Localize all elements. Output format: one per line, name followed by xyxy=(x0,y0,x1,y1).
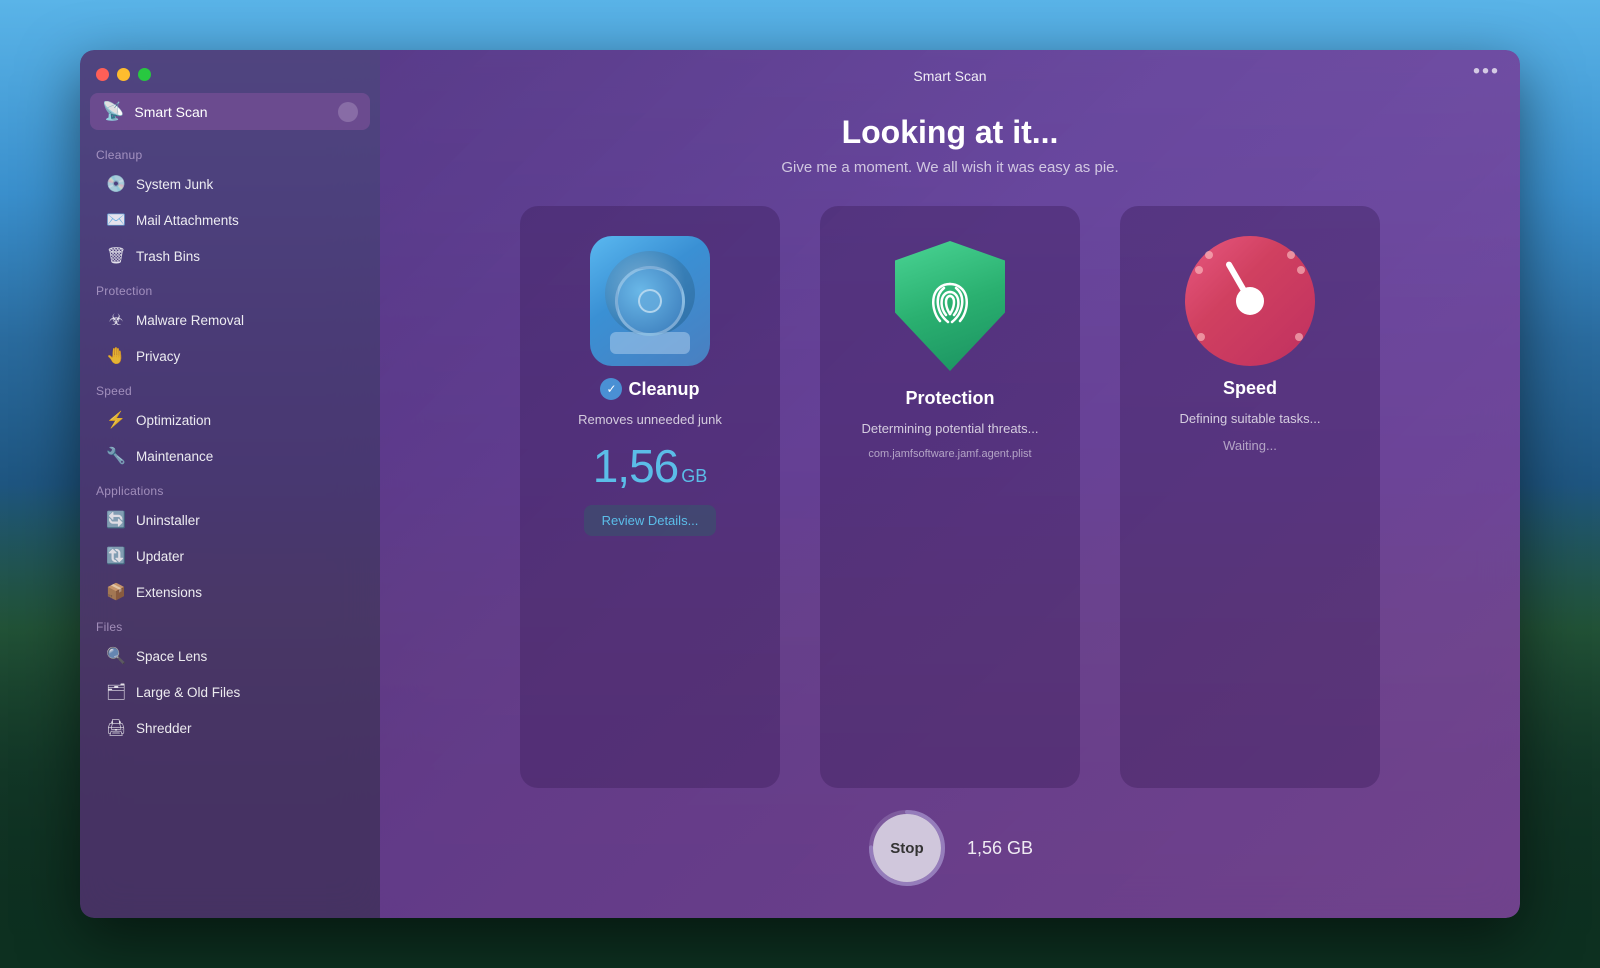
sidebar-item-malware-removal[interactable]: ☣ Malware Removal xyxy=(90,303,370,337)
trash-bins-icon: 🗑 xyxy=(106,246,126,266)
system-junk-label: System Junk xyxy=(136,177,213,192)
large-old-files-icon: 🗂 xyxy=(106,682,126,702)
sidebar-item-large-old-files[interactable]: 🗂 Large & Old Files xyxy=(90,675,370,709)
cleanup-title: Cleanup xyxy=(628,379,699,400)
sidebar-item-extensions[interactable]: 📦 Extensions xyxy=(90,575,370,609)
extensions-icon: 📦 xyxy=(106,582,126,602)
sidebar-item-smart-scan[interactable]: 📡 Smart Scan xyxy=(90,93,370,130)
protection-card: Protection Determining potential threats… xyxy=(820,206,1080,788)
malware-removal-icon: ☣ xyxy=(106,310,126,330)
protection-subtitle: Determining potential threats... xyxy=(861,421,1038,436)
cleanup-title-row: ✓ Cleanup xyxy=(600,378,699,400)
section-cleanup: Cleanup xyxy=(80,138,380,166)
speed-subtitle: Defining suitable tasks... xyxy=(1180,411,1321,426)
protection-title: Protection xyxy=(905,388,994,409)
shield-shape xyxy=(895,241,1005,371)
smart-scan-icon: 📡 xyxy=(102,101,124,122)
optimization-icon: ⚡ xyxy=(106,410,126,430)
protection-icon xyxy=(890,236,1010,376)
cleanup-card: ✓ Cleanup Removes unneeded junk 1,56 GB … xyxy=(520,206,780,788)
maximize-button[interactable] xyxy=(138,68,151,81)
shredder-label: Shredder xyxy=(136,721,192,736)
sidebar-item-privacy[interactable]: 🤚 Privacy xyxy=(90,339,370,373)
maintenance-label: Maintenance xyxy=(136,449,213,464)
optimization-label: Optimization xyxy=(136,413,211,428)
speed-card: Speed Defining suitable tasks... Waiting… xyxy=(1120,206,1380,788)
fingerprint-svg xyxy=(920,274,980,339)
cleanup-size-unit: GB xyxy=(681,466,707,487)
sidebar-item-optimization[interactable]: ⚡ Optimization xyxy=(90,403,370,437)
sidebar-item-shredder[interactable]: 🖨 Shredder xyxy=(90,711,370,745)
cleanup-size-display: 1,56 GB xyxy=(593,439,708,493)
section-applications: Applications xyxy=(80,474,380,502)
protection-file: com.jamfsoftware.jamf.agent.plist xyxy=(868,448,1031,460)
updater-icon: 🔃 xyxy=(106,546,126,566)
cards-row: ✓ Cleanup Removes unneeded junk 1,56 GB … xyxy=(380,206,1520,788)
cleanup-subtitle: Removes unneeded junk xyxy=(578,412,722,427)
speed-title-row: Speed xyxy=(1223,378,1277,399)
cleanup-check-icon: ✓ xyxy=(600,378,622,400)
protection-title-row: Protection xyxy=(905,388,994,409)
trash-bins-label: Trash Bins xyxy=(136,249,200,264)
titlebar: Smart Scan ••• xyxy=(380,50,1520,94)
cleanup-icon xyxy=(590,236,710,366)
close-button[interactable] xyxy=(96,68,109,81)
minimize-button[interactable] xyxy=(117,68,130,81)
mail-attachments-icon: ✉️ xyxy=(106,210,126,230)
sidebar-item-space-lens[interactable]: 🔍 Space Lens xyxy=(90,639,370,673)
updater-label: Updater xyxy=(136,549,184,564)
gauge-center xyxy=(1236,287,1264,315)
window-title: Smart Scan xyxy=(913,68,986,84)
sidebar-item-mail-attachments[interactable]: ✉️ Mail Attachments xyxy=(90,203,370,237)
sidebar: 📡 Smart Scan Cleanup 💿 System Junk ✉️ Ma… xyxy=(80,50,380,918)
bottom-bar: Stop 1,56 GB xyxy=(380,788,1520,918)
uninstaller-label: Uninstaller xyxy=(136,513,200,528)
gauge-dot-3 xyxy=(1195,266,1203,274)
speed-title: Speed xyxy=(1223,378,1277,399)
extensions-label: Extensions xyxy=(136,585,202,600)
section-files: Files xyxy=(80,610,380,638)
gauge-dot-6 xyxy=(1295,333,1303,341)
main-content: Smart Scan ••• Looking at it... Give me … xyxy=(380,50,1520,918)
gauge-dot-1 xyxy=(1205,251,1213,259)
section-speed: Speed xyxy=(80,374,380,402)
content-header: Looking at it... Give me a moment. We al… xyxy=(380,94,1520,206)
main-heading: Looking at it... xyxy=(380,114,1520,151)
section-protection: Protection xyxy=(80,274,380,302)
gauge-dot-5 xyxy=(1197,333,1205,341)
stop-button[interactable]: Stop xyxy=(873,814,941,882)
main-subheading: Give me a moment. We all wish it was eas… xyxy=(380,159,1520,176)
privacy-icon: 🤚 xyxy=(106,346,126,366)
malware-removal-label: Malware Removal xyxy=(136,313,244,328)
sidebar-item-maintenance[interactable]: 🔧 Maintenance xyxy=(90,439,370,473)
smart-scan-badge xyxy=(338,102,358,122)
privacy-label: Privacy xyxy=(136,349,180,364)
main-window: 📡 Smart Scan Cleanup 💿 System Junk ✉️ Ma… xyxy=(80,50,1520,918)
speed-icon xyxy=(1185,236,1315,366)
sidebar-item-uninstaller[interactable]: 🔄 Uninstaller xyxy=(90,503,370,537)
space-lens-icon: 🔍 xyxy=(106,646,126,666)
stop-button-wrapper: Stop xyxy=(867,808,947,888)
review-details-button[interactable]: Review Details... xyxy=(584,505,717,536)
mail-attachments-label: Mail Attachments xyxy=(136,213,239,228)
gauge-dot-2 xyxy=(1287,251,1295,259)
sidebar-item-updater[interactable]: 🔃 Updater xyxy=(90,539,370,573)
maintenance-icon: 🔧 xyxy=(106,446,126,466)
cleanup-size-number: 1,56 xyxy=(593,439,679,493)
space-lens-label: Space Lens xyxy=(136,649,207,664)
bottom-size-label: 1,56 GB xyxy=(967,838,1033,859)
speed-waiting: Waiting... xyxy=(1223,438,1277,453)
uninstaller-icon: 🔄 xyxy=(106,510,126,530)
smart-scan-label: Smart Scan xyxy=(134,104,328,120)
sidebar-item-trash-bins[interactable]: 🗑 Trash Bins xyxy=(90,239,370,273)
shredder-icon: 🖨 xyxy=(106,718,126,738)
system-junk-icon: 💿 xyxy=(106,174,126,194)
more-options-button[interactable]: ••• xyxy=(1473,61,1500,84)
window-controls xyxy=(80,50,380,93)
sidebar-item-system-junk[interactable]: 💿 System Junk xyxy=(90,167,370,201)
gauge-dot-4 xyxy=(1297,266,1305,274)
large-old-files-label: Large & Old Files xyxy=(136,685,240,700)
hdd-inner xyxy=(615,266,685,336)
